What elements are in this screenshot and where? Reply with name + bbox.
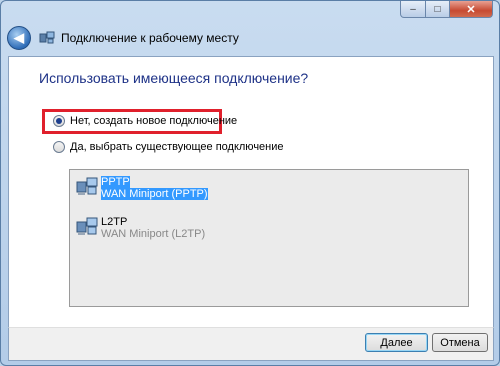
window-title: Подключение к рабочему месту: [61, 31, 239, 45]
connection-name: PPTP: [101, 176, 130, 188]
list-item-l2tp[interactable]: L2TP WAN Miniport (L2TP): [76, 216, 205, 240]
network-connection-icon: [76, 216, 98, 238]
minimize-button[interactable]: –: [400, 1, 426, 18]
button-bar: Далее Отмена: [8, 327, 494, 361]
next-button[interactable]: Далее: [365, 333, 428, 352]
option-label: Нет, создать новое подключение: [70, 115, 238, 127]
page-heading: Использовать имеющееся подключение?: [39, 70, 309, 86]
title-bar: ◀ Подключение к рабочему месту: [7, 25, 239, 51]
list-item-pptp[interactable]: PPTP WAN Miniport (PPTP): [76, 176, 208, 200]
caption-buttons: – □ ✕: [400, 1, 493, 18]
option-new-connection[interactable]: Нет, создать новое подключение: [53, 115, 237, 127]
cancel-button[interactable]: Отмена: [432, 333, 488, 352]
network-connection-icon: [76, 176, 98, 198]
radio-button[interactable]: [53, 141, 65, 153]
connection-name: L2TP: [101, 216, 128, 228]
radio-button[interactable]: [53, 115, 65, 127]
option-label: Да, выбрать существующее подключение: [70, 141, 284, 153]
connection-type: WAN Miniport (PPTP): [101, 188, 208, 200]
connection-text: L2TP WAN Miniport (L2TP): [101, 216, 205, 240]
connection-text: PPTP WAN Miniport (PPTP): [101, 176, 208, 200]
maximize-button[interactable]: □: [426, 1, 450, 18]
connection-list[interactable]: PPTP WAN Miniport (PPTP) L2TP WAN Minipo…: [69, 169, 469, 307]
content-area: Использовать имеющееся подключение? Нет,…: [8, 56, 494, 328]
close-button[interactable]: ✕: [450, 1, 493, 18]
dialog-window: – □ ✕ ◀ Подключение к рабочему месту Исп…: [0, 0, 500, 366]
connection-type: WAN Miniport (L2TP): [101, 228, 206, 240]
network-icon: [39, 31, 55, 45]
option-existing-connection[interactable]: Да, выбрать существующее подключение: [53, 141, 284, 153]
back-arrow-icon[interactable]: ◀: [7, 26, 31, 50]
